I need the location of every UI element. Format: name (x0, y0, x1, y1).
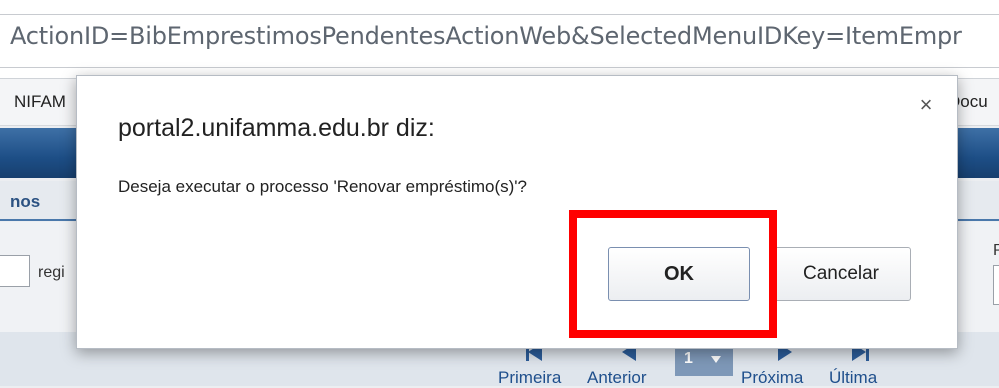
previous-page-link[interactable]: Anterior (587, 368, 647, 388)
chevron-down-icon (711, 356, 721, 363)
right-field-label: P (993, 242, 999, 259)
first-page-link[interactable]: Primeira (498, 368, 561, 388)
next-page-link[interactable]: Próxima (741, 368, 803, 388)
records-per-page-select[interactable] (0, 255, 30, 287)
address-bar-url[interactable]: ActionID=BibEmprestimosPendentesActionWe… (10, 22, 962, 50)
page-number-select[interactable]: 1 (675, 346, 733, 376)
bookmark-item-left[interactable]: NIFAM (14, 92, 66, 112)
cancel-button[interactable]: Cancelar (771, 247, 911, 301)
dialog-message: Deseja executar o processo 'Renovar empr… (118, 177, 527, 196)
last-page-link[interactable]: Última (829, 368, 877, 388)
confirm-dialog: portal2.unifamma.edu.br diz: × Deseja ex… (76, 75, 958, 349)
records-label: regi (38, 264, 65, 281)
ok-button[interactable]: OK (608, 247, 750, 301)
current-page-number: 1 (684, 350, 693, 367)
address-bar-area: ActionID=BibEmprestimosPendentesActionWe… (0, 0, 999, 79)
close-icon[interactable]: × (913, 92, 939, 118)
right-field-input[interactable] (993, 265, 999, 305)
section-title: nos (10, 192, 41, 211)
dialog-title: portal2.unifamma.edu.br diz: (118, 114, 435, 142)
